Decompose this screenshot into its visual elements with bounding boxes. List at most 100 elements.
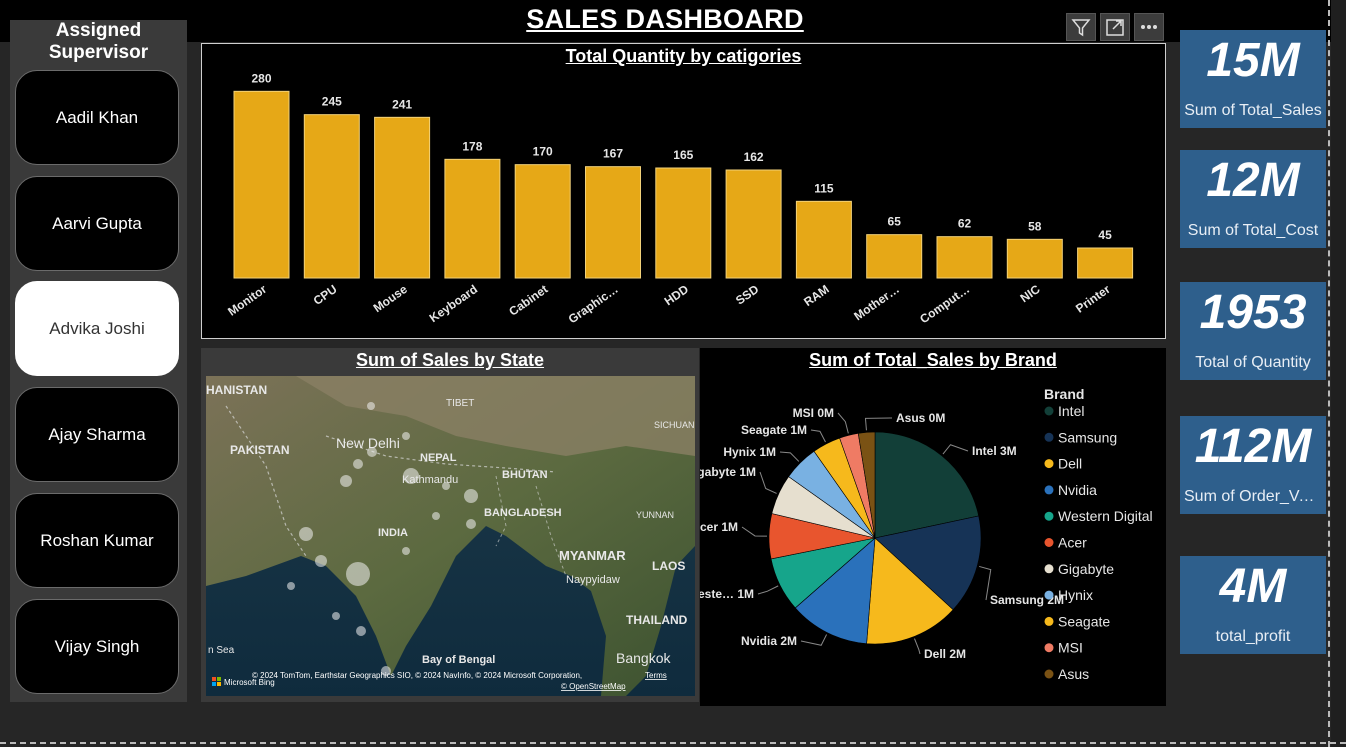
bar[interactable]: [585, 166, 641, 279]
kpi-label: Sum of Total_Cost: [1187, 222, 1319, 239]
category-tick-label: Monitor: [225, 282, 269, 319]
bar[interactable]: [1006, 238, 1063, 279]
legend-marker: [1044, 616, 1054, 626]
category-tick-label: CPU: [311, 282, 340, 308]
bar[interactable]: [866, 234, 923, 279]
filter-button[interactable]: [1066, 13, 1096, 41]
bar[interactable]: [725, 169, 782, 279]
bar-value-label: 245: [322, 95, 342, 109]
bar-value-label: 167: [603, 147, 623, 161]
page-boundary-right: [1328, 0, 1330, 747]
bar[interactable]: [795, 200, 852, 279]
bar[interactable]: [514, 164, 571, 279]
bar[interactable]: [233, 90, 290, 279]
more-options-button[interactable]: [1134, 13, 1164, 41]
map-title: Sum of Sales by State: [355, 350, 545, 370]
map-label: SICHUAN: [654, 420, 695, 430]
bar-value-label: 62: [958, 217, 972, 231]
slicer-title: Assigned Supervisor: [48, 20, 149, 63]
legend-marker: [1044, 669, 1054, 679]
legend-marker: [1044, 485, 1054, 495]
legend-item[interactable]: Hynix: [1058, 587, 1093, 603]
bar[interactable]: [936, 236, 993, 279]
pie-leader-line: [810, 429, 826, 443]
map-label: New Delhi: [336, 435, 400, 451]
map-canvas: HANISTAN PAKISTAN New Delhi TIBET NEPAL …: [206, 376, 695, 696]
legend-item[interactable]: Intel: [1058, 403, 1084, 419]
slicer-item[interactable]: Aadil Khan: [15, 70, 179, 165]
kpi-card-total-quantity[interactable]: 1953 Total of Quantity: [1180, 282, 1326, 380]
focus-mode-icon: [1106, 19, 1124, 36]
dashboard-title: SALES DASHBOARD: [526, 4, 804, 34]
osm-link[interactable]: © OpenStreetMap: [561, 682, 626, 691]
pie-data-label: Nvidia 2M: [741, 634, 797, 648]
pie-data-label: Dell 2M: [924, 647, 966, 661]
legend-item[interactable]: MSI: [1058, 640, 1083, 656]
bar[interactable]: [444, 158, 501, 279]
legend-marker: [1044, 406, 1054, 416]
legend-title: Brand: [1044, 386, 1084, 402]
pie-leader-line: [942, 444, 969, 455]
pie-chart-panel[interactable]: Sum of Total_Sales by Brand Brand Intel …: [700, 348, 1166, 706]
category-tick-label: RAM: [801, 282, 831, 309]
category-tick-label: SSD: [733, 282, 762, 308]
slicer-item-label: Aadil Khan: [55, 107, 139, 127]
bar-value-label: 280: [251, 71, 271, 85]
map-panel[interactable]: Sum of Sales by State HANISTAN PAKISTAN …: [201, 348, 699, 702]
legend-marker: [1044, 643, 1054, 653]
sales-map[interactable]: HANISTAN PAKISTAN New Delhi TIBET NEPAL …: [206, 376, 695, 696]
bar-chart-panel[interactable]: Total Quantity by catigories 280 Monitor 2…: [201, 43, 1166, 339]
category-tick-label: HDD: [662, 282, 692, 309]
bar[interactable]: [655, 167, 712, 279]
slicer-item[interactable]: Ajay Sharma: [15, 387, 179, 482]
category-tick-label: Mouse: [371, 282, 410, 315]
bar[interactable]: [1077, 247, 1134, 279]
kpi-value: 4M: [1219, 560, 1287, 613]
legend-item[interactable]: Dell: [1058, 456, 1082, 472]
bar-value-label: 115: [814, 181, 834, 195]
map-label: n Sea: [208, 645, 235, 656]
pie-chart: Brand Intel 3MSamsung 2MDell 2MNvidia 2M…: [700, 386, 1153, 682]
pie-data-label: Seagate 1M: [741, 423, 807, 437]
map-label: Naypyidaw: [566, 574, 620, 586]
bar-value-label: 45: [1098, 228, 1112, 242]
legend-item[interactable]: Asus: [1058, 666, 1089, 682]
slicer-item-label: Aarvi Gupta: [52, 213, 142, 233]
bar-value-label: 58: [1028, 219, 1042, 233]
legend-item[interactable]: Seagate: [1058, 613, 1110, 629]
legend-item[interactable]: Gigabyte: [1058, 561, 1114, 577]
kpi-card-total-cost[interactable]: 12M Sum of Total_Cost: [1180, 150, 1326, 248]
pie-leader-line: [779, 451, 800, 462]
kpi-card-order-value[interactable]: 112M Sum of Order_Value: [1180, 416, 1326, 514]
map-label: Kathmandu: [402, 474, 458, 486]
focus-mode-button[interactable]: [1100, 13, 1130, 41]
bar-value-label: 170: [533, 145, 553, 159]
pie-data-label: Asus 0M: [896, 411, 945, 425]
pie-leader-line: [914, 638, 921, 655]
category-tick-label: Mother…: [851, 282, 902, 323]
slicer-item-label: Advika Joshi: [49, 318, 145, 338]
bar[interactable]: [374, 116, 431, 279]
map-label: YUNNAN: [636, 510, 674, 520]
slicer-item-selected[interactable]: Advika Joshi: [15, 281, 179, 376]
map-terms-link[interactable]: Terms: [645, 671, 667, 680]
legend-item[interactable]: Western Digital: [1058, 508, 1153, 524]
slicer-item[interactable]: Aarvi Gupta: [15, 176, 179, 271]
kpi-card-total-sales[interactable]: 15M Sum of Total_Sales: [1180, 30, 1326, 128]
category-tick-label: Graphic…: [566, 282, 621, 326]
bar[interactable]: [303, 114, 360, 279]
slicer-item[interactable]: Vijay Singh: [15, 599, 179, 694]
slicer-item-label: Roshan Kumar: [40, 530, 154, 550]
map-label: TIBET: [446, 398, 474, 409]
pie-data-label: Weste… 1M: [700, 587, 754, 601]
legend-item[interactable]: Samsung: [1058, 429, 1117, 445]
kpi-card-total-profit[interactable]: 4M total_profit: [1180, 556, 1326, 654]
bar-value-label: 65: [888, 215, 902, 229]
pie-data-label: MSI 0M: [793, 406, 834, 420]
pie-leader-line: [741, 526, 768, 537]
slicer-item[interactable]: Roshan Kumar: [15, 493, 179, 588]
bar-value-label: 165: [673, 148, 693, 162]
legend-item[interactable]: Acer: [1058, 535, 1087, 551]
map-label: BHUTAN: [502, 469, 548, 481]
legend-item[interactable]: Nvidia: [1058, 482, 1097, 498]
